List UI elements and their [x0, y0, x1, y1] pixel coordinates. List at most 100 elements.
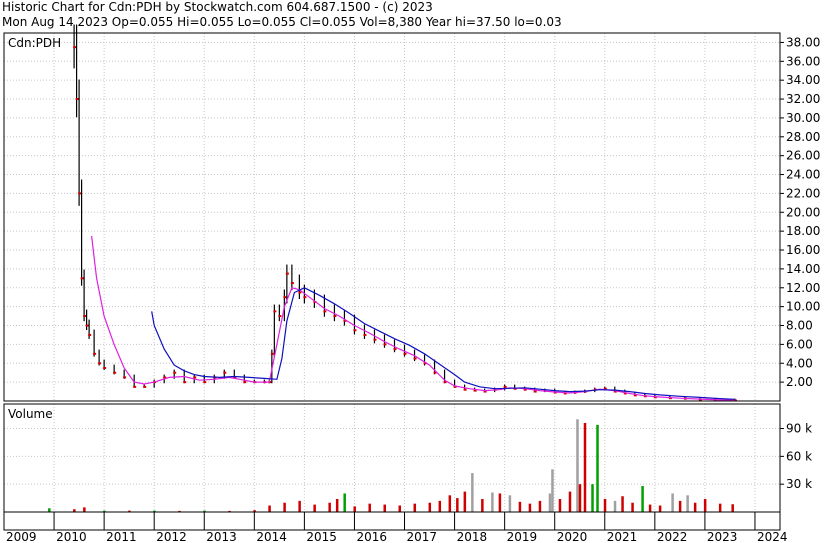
price-tick-label: 8.00 — [786, 319, 813, 333]
price-close-mark — [533, 390, 537, 393]
volume-bar — [596, 424, 599, 512]
volume-bar — [353, 506, 356, 512]
price-close-mark — [303, 296, 307, 299]
volume-bar — [508, 495, 512, 512]
price-tick-label: 34.00 — [786, 73, 820, 87]
volume-tick-label: 30 k — [786, 477, 812, 491]
price-close-mark — [283, 296, 287, 299]
year-label: 2021 — [607, 530, 638, 543]
volume-bar — [491, 492, 494, 512]
volume-bar — [448, 495, 452, 512]
volume-tick-label: 60 k — [786, 449, 812, 463]
price-close-mark — [290, 282, 294, 285]
price-close-mark — [278, 315, 282, 318]
price-tick-label: 10.00 — [786, 300, 820, 314]
volume-bar — [548, 493, 552, 512]
volume-bar — [328, 502, 331, 512]
ma-short-line — [91, 235, 735, 401]
price-close-mark — [73, 46, 77, 49]
volume-bar — [283, 502, 286, 512]
volume-bar — [568, 491, 572, 512]
price-close-mark — [363, 333, 367, 336]
price-tick-label: 20.00 — [786, 205, 820, 219]
year-label: 2023 — [707, 530, 738, 543]
price-close-mark — [403, 352, 407, 355]
price-tick-label: 14.00 — [786, 262, 820, 276]
price-tick-label: 28.00 — [786, 130, 820, 144]
price-tick-label: 6.00 — [786, 337, 813, 351]
volume-bar — [456, 498, 459, 512]
year-label: 2010 — [56, 530, 87, 543]
volume-bar — [313, 504, 316, 512]
price-tick-label: 30.00 — [786, 111, 820, 125]
price-close-mark — [243, 381, 247, 384]
volume-bar — [335, 499, 339, 512]
price-close-mark — [298, 291, 302, 294]
volume-bar — [731, 504, 734, 512]
price-close-mark — [203, 381, 207, 384]
volume-bar — [703, 499, 707, 512]
volume-bar — [481, 499, 484, 512]
price-tick-label: 24.00 — [786, 168, 820, 182]
price-close-mark — [80, 277, 84, 280]
price-close-mark — [143, 385, 147, 388]
volume-tick-label: 90 k — [786, 422, 812, 436]
volume-panel-frame — [3, 403, 781, 513]
price-tick-label: 38.00 — [786, 35, 820, 49]
price-close-mark — [183, 381, 187, 384]
price-close-mark — [173, 371, 177, 374]
volume-bar — [631, 502, 634, 512]
year-label: 2016 — [356, 530, 387, 543]
price-close-mark — [193, 376, 197, 379]
volume-bar — [578, 484, 582, 512]
volume-bar — [528, 503, 532, 512]
price-close-mark — [133, 385, 137, 388]
volume-bar — [538, 500, 542, 512]
volume-bar — [48, 508, 51, 512]
volume-bar — [641, 486, 644, 512]
year-label: 2015 — [306, 530, 337, 543]
volume-bar — [686, 495, 689, 512]
price-close-mark — [75, 98, 79, 101]
price-close-mark — [85, 324, 89, 327]
volume-bar — [613, 500, 617, 512]
price-tick-label: 32.00 — [786, 92, 820, 106]
price-tick-label: 22.00 — [786, 186, 820, 200]
volume-bar — [603, 499, 607, 512]
volume-bar — [298, 500, 301, 512]
price-close-mark — [503, 385, 507, 388]
price-close-mark — [223, 371, 227, 374]
price-tick-label: 12.00 — [786, 281, 820, 295]
year-label: 2019 — [507, 530, 538, 543]
year-label: 2022 — [657, 530, 688, 543]
volume-bar — [678, 500, 682, 512]
volume-bar — [576, 419, 579, 512]
price-close-mark — [393, 348, 397, 351]
volume-bar — [583, 422, 587, 512]
year-label: 2024 — [757, 530, 788, 543]
price-close-mark — [463, 388, 467, 391]
volume-bar — [498, 493, 502, 512]
volume-bar — [413, 503, 417, 512]
price-close-mark — [270, 352, 274, 355]
volume-bar — [463, 491, 467, 512]
price-close-mark — [333, 315, 337, 318]
price-tick-label: 16.00 — [786, 243, 820, 257]
volume-label: Volume — [8, 407, 53, 421]
price-tick-label: 4.00 — [786, 356, 813, 370]
price-close-mark — [373, 338, 377, 341]
volume-bar — [693, 502, 697, 512]
price-tick-label: 26.00 — [786, 149, 820, 163]
price-tick-label: 18.00 — [786, 224, 820, 238]
year-axis-frame — [3, 511, 781, 531]
volume-bar — [398, 505, 402, 512]
year-label: 2018 — [457, 530, 488, 543]
year-label: 2013 — [206, 530, 237, 543]
year-label: 2009 — [6, 530, 37, 543]
year-label: 2020 — [557, 530, 588, 543]
volume-bar — [551, 469, 554, 512]
price-close-mark — [98, 362, 102, 365]
ma-long-line — [151, 287, 735, 400]
year-label: 2012 — [156, 530, 187, 543]
volume-bar — [471, 473, 474, 512]
